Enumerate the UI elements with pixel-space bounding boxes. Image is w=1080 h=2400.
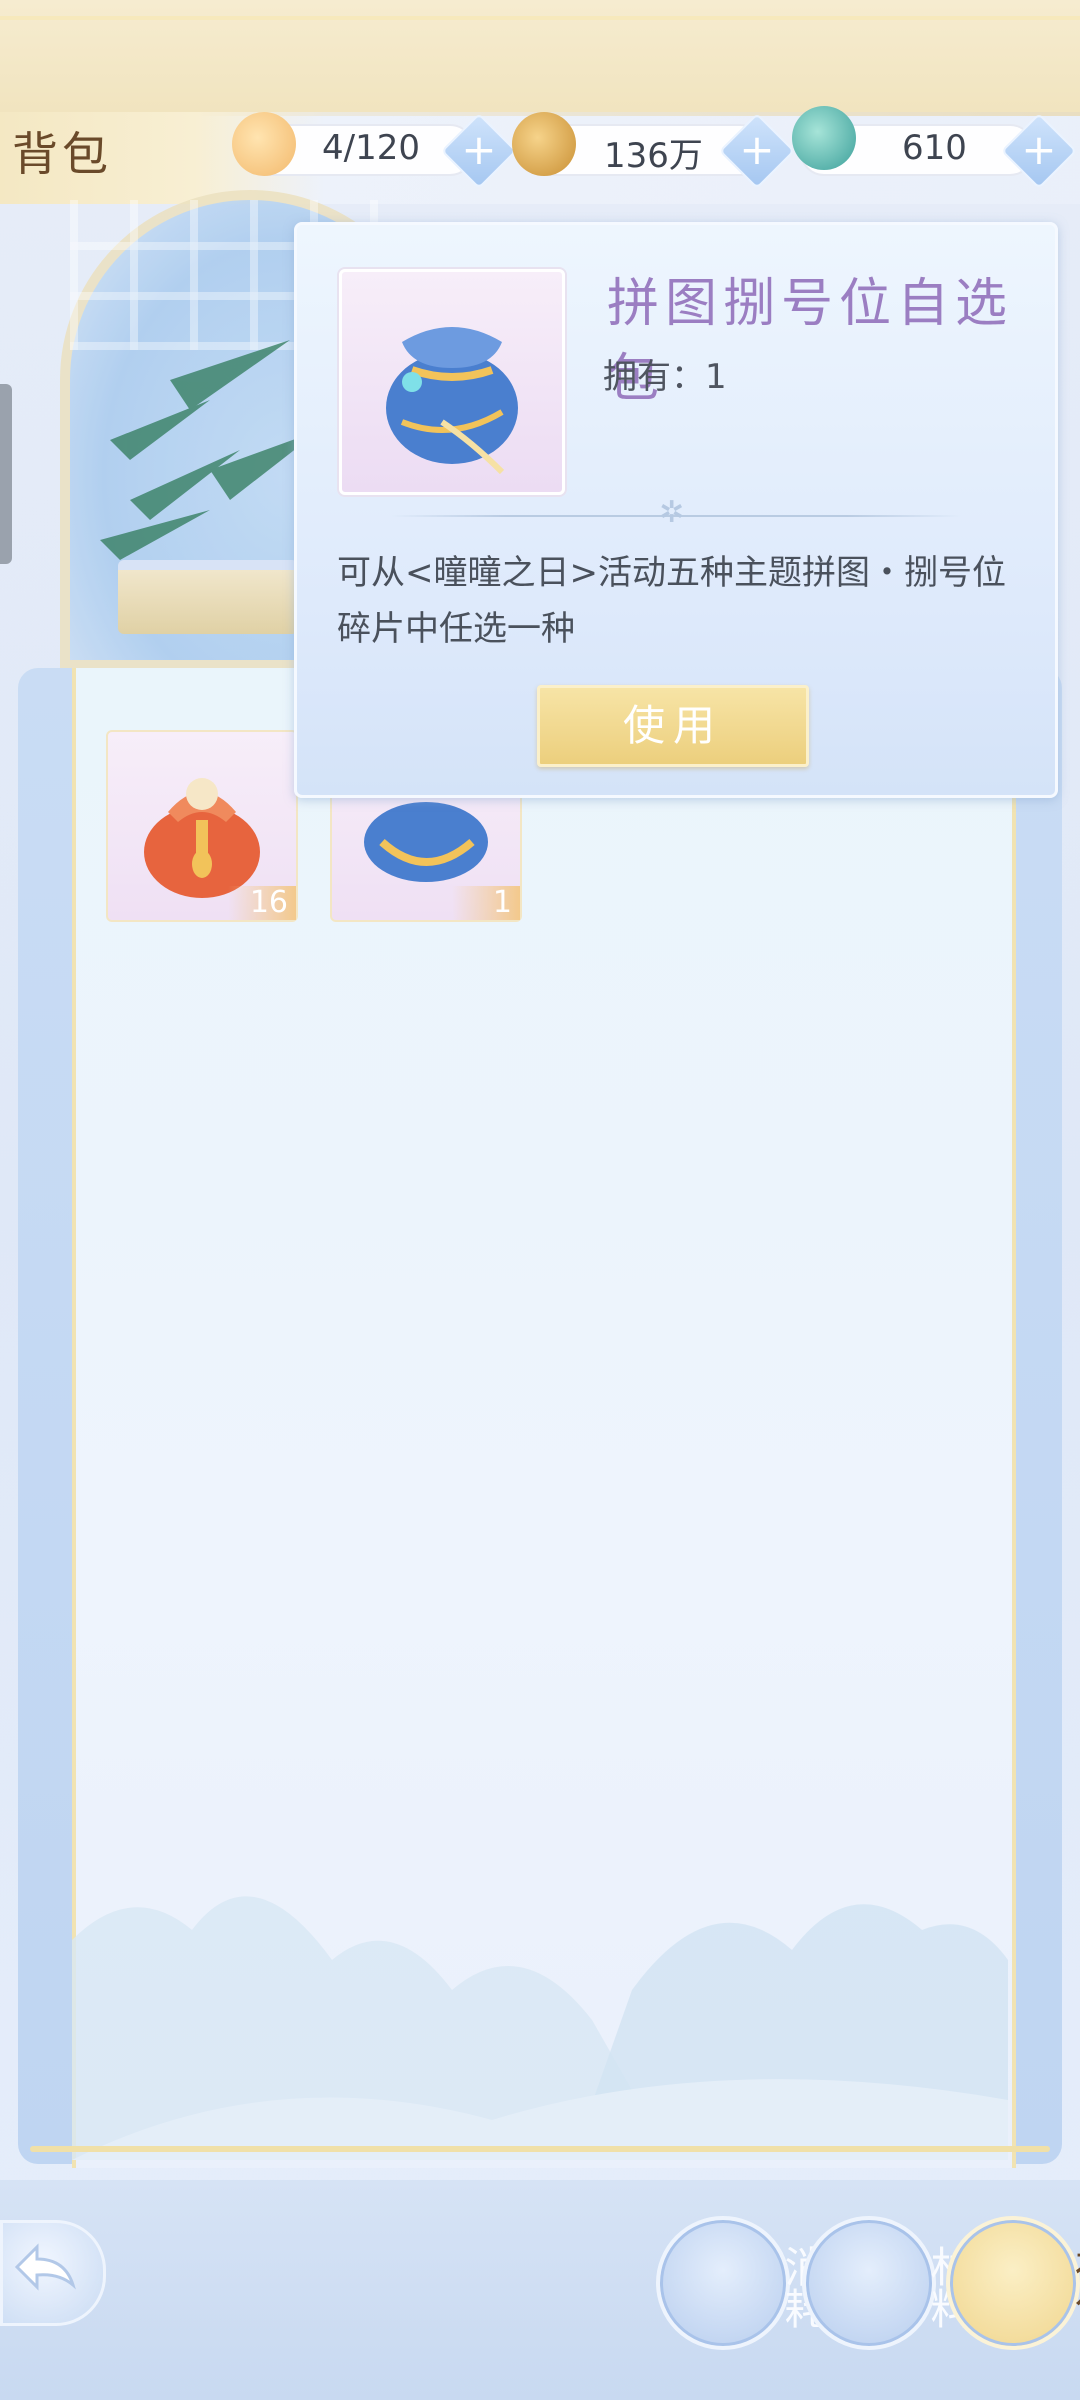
popup-item-icon-frame bbox=[339, 269, 565, 495]
gift-box-decor bbox=[118, 560, 298, 634]
star-ornament-icon: ✲ bbox=[659, 495, 685, 530]
page-title: 背包 bbox=[12, 127, 112, 181]
inventory-item-red-bag[interactable]: 16 bbox=[106, 730, 298, 922]
stamina-value: 4/120 bbox=[322, 128, 420, 168]
mountain-landscape-decor bbox=[72, 1896, 1008, 2160]
top-decor-strip bbox=[0, 0, 1080, 116]
back-button[interactable] bbox=[0, 2220, 106, 2326]
tab-gift-packs-label: 礼包 bbox=[1068, 2245, 1080, 2329]
plus-icon: + bbox=[1021, 125, 1057, 174]
tab-consumables[interactable]: 消耗 bbox=[656, 2216, 827, 2350]
item-count: 16 bbox=[228, 886, 296, 920]
blue-lucky-bag-icon bbox=[386, 327, 518, 475]
tab-gift-packs[interactable]: 礼包 bbox=[946, 2216, 1080, 2350]
item-detail-popup: 拼图捌号位自选包 拥有：1 ✲ 可从<曈曈之日>活动五种主题拼图・捌号位碎片中任… bbox=[294, 222, 1058, 798]
item-count: 1 bbox=[452, 886, 520, 920]
back-arrow-icon bbox=[14, 2243, 76, 2291]
side-drawer-handle[interactable] bbox=[0, 384, 12, 564]
panel-bottom-trim bbox=[30, 2146, 1050, 2152]
plus-icon: + bbox=[739, 125, 775, 174]
cat-bun-icon bbox=[232, 112, 296, 176]
plus-icon: + bbox=[461, 125, 497, 174]
coins-value: 136万 bbox=[604, 136, 703, 176]
popup-item-description: 可从<曈曈之日>活动五种主题拼图・捌号位碎片中任选一种 bbox=[337, 553, 1006, 649]
use-item-button[interactable]: 使用 bbox=[537, 685, 809, 767]
popup-owned-count: 拥有：1 bbox=[603, 357, 727, 397]
gold-coin-icon bbox=[512, 112, 576, 176]
jade-value: 610 bbox=[902, 128, 967, 168]
tab-materials[interactable]: 材料 bbox=[802, 2216, 973, 2350]
jade-loong-icon bbox=[792, 106, 856, 170]
